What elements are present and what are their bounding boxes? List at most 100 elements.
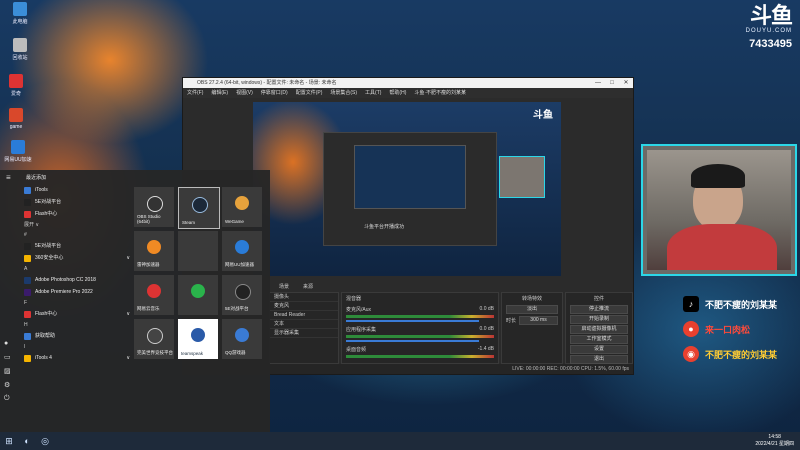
tile-empty: [178, 231, 218, 271]
obs-preview[interactable]: 斗鱼平台开播成功 斗鱼: [253, 102, 561, 276]
tile-wegame[interactable]: WeGame: [222, 187, 262, 227]
source-item[interactable]: 麦克风: [270, 302, 338, 311]
expand-link[interactable]: 展开 ∨: [24, 220, 130, 230]
volume-meter: [346, 355, 494, 358]
app-item-5e[interactable]: 5E对战平台: [24, 240, 130, 252]
social-weibo: ◉ 不肥不瘦的刘某某: [683, 346, 777, 362]
menu-edit[interactable]: 编辑(E): [211, 88, 228, 98]
recycle-bin-icon: [13, 38, 27, 52]
app-item-photoshop[interactable]: Adobe Photoshop CC 2018: [24, 274, 130, 286]
douyu-logo: 斗鱼: [749, 4, 793, 29]
weibo-icon: ◉: [683, 346, 699, 362]
app-item-flash[interactable]: Flash中心: [24, 208, 130, 220]
menu-douyu[interactable]: 斗鱼·不肥不瘦的刘某某: [414, 88, 466, 98]
flash-icon: [24, 210, 31, 218]
steam-icon[interactable]: ◐: [18, 432, 36, 450]
room-id: 7433495: [749, 38, 792, 50]
folder-icon: [24, 310, 31, 318]
tile-leishen[interactable]: 雷神加速器: [134, 231, 174, 271]
mixer-track-db: 0.0 dB: [479, 306, 494, 312]
source-item[interactable]: 文本: [270, 320, 338, 329]
desktop-icon-game[interactable]: game: [0, 108, 38, 130]
app-item-itools[interactable]: iTools: [24, 184, 130, 196]
source-item[interactable]: 摄像头: [270, 293, 338, 302]
duration-label: 时长: [506, 318, 517, 324]
controls-header: 控件: [593, 296, 604, 302]
volume-slider[interactable]: [346, 320, 480, 322]
start-recording-button[interactable]: 开始录制: [570, 315, 628, 324]
tile-wechat[interactable]: [178, 275, 218, 315]
start-sidebar: ● ▭ ▨ ⚙ ⏻: [4, 340, 18, 403]
uu-icon: [235, 240, 249, 254]
app-item-premiere[interactable]: Adobe Premiere Pro 2022: [24, 286, 130, 298]
obs-icon[interactable]: ◎: [36, 432, 54, 450]
tile-teamspeak[interactable]: teamspeak: [178, 319, 218, 359]
obs-title-bar[interactable]: OBS 27.2.4 (64-bit, windows) - 配置文件: 未命名…: [183, 78, 633, 88]
source-item[interactable]: 显示器采集: [270, 329, 338, 338]
exit-button[interactable]: 退出: [570, 355, 628, 364]
tile-netease-music[interactable]: 网易云音乐: [134, 275, 174, 315]
document-icon[interactable]: ▭: [4, 353, 18, 361]
menu-help[interactable]: 帮助(H): [389, 88, 406, 98]
obs-title-text: OBS 27.2.4 (64-bit, windows) - 配置文件: 未命名…: [197, 80, 337, 86]
picture-icon[interactable]: ▨: [4, 367, 18, 375]
app-item-help[interactable]: 获取帮助: [24, 330, 130, 342]
gear-icon[interactable]: ⚙: [4, 381, 18, 389]
menu-scene-collection[interactable]: 场景集合(S): [330, 88, 357, 98]
system-clock[interactable]: 14:58 2022/4/21 星期四: [755, 434, 794, 448]
virtual-camera-button[interactable]: 启动虚拟摄像机: [570, 325, 628, 334]
computer-icon: [13, 2, 27, 16]
windows-start-icon[interactable]: ⊞: [0, 432, 18, 450]
settings-button[interactable]: 设置: [570, 345, 628, 354]
group-letter[interactable]: A: [24, 264, 130, 274]
desktop-icon-iqiyi[interactable]: 爱奇: [0, 74, 38, 97]
app-item-flash[interactable]: Flash中心 ∨: [24, 308, 130, 320]
obs-menu-bar: 文件(F) 编辑(E) 视图(V) 停靠窗口(D) 配置文件(P) 场景集合(S…: [183, 88, 633, 98]
app-item-5e[interactable]: 5E对战平台: [24, 196, 130, 208]
menu-view[interactable]: 视图(V): [236, 88, 253, 98]
nested-preview-frame: [354, 145, 466, 209]
maximize-button[interactable]: □: [605, 78, 619, 88]
power-icon[interactable]: ⏻: [4, 395, 18, 403]
duration-input[interactable]: 300 ms: [519, 316, 558, 325]
douyu-icon: ●: [683, 321, 699, 337]
volume-slider[interactable]: [346, 340, 480, 342]
user-icon[interactable]: ●: [4, 340, 18, 347]
hamburger-icon[interactable]: ≡: [6, 173, 11, 182]
menu-profile[interactable]: 配置文件(P): [296, 88, 323, 98]
app-item-360[interactable]: 360安全中心 ∨: [24, 252, 130, 264]
tile-uu[interactable]: 网易UU加速器: [222, 231, 262, 271]
mixer-header: 混音器: [346, 296, 362, 302]
source-item[interactable]: Bread Reader: [270, 311, 338, 320]
recently-added-label: 最近添加: [26, 175, 47, 181]
menu-tools[interactable]: 工具(T): [365, 88, 381, 98]
obs-icon: [147, 196, 163, 212]
group-letter[interactable]: H: [24, 320, 130, 330]
menu-docks[interactable]: 停靠窗口(D): [261, 88, 288, 98]
desktop-icon-recycle-bin[interactable]: 回收站: [0, 38, 42, 61]
tile-steam[interactable]: Steam: [178, 187, 220, 229]
close-button[interactable]: ✕: [619, 78, 633, 88]
desktop-icon-uu[interactable]: 网易UU加速: [0, 140, 40, 163]
menu-file[interactable]: 文件(F): [187, 88, 203, 98]
clock-date: 2022/4/21 星期四: [755, 441, 794, 447]
group-letter[interactable]: I: [24, 342, 130, 352]
desktop-icon-this-pc[interactable]: 此电脑: [0, 2, 42, 25]
tiktok-icon: ♪: [683, 296, 699, 312]
tile-5e[interactable]: 5E对战平台: [222, 275, 262, 315]
tile-obs[interactable]: OBS Studio (64bit): [134, 187, 174, 227]
app-item-itools4[interactable]: iTools 4 ∨: [24, 352, 130, 364]
tile-qq-game[interactable]: QQ游戏器: [222, 319, 262, 359]
tile-perfect-world[interactable]: 完美世界竞技平台: [134, 319, 174, 359]
preview-douyu-logo: 斗鱼: [533, 110, 553, 121]
mixer-track-name: 应用程序采集: [346, 327, 377, 333]
group-letter[interactable]: F: [24, 298, 130, 308]
stop-streaming-button[interactable]: 停止推流: [570, 305, 628, 314]
clock-time: 14:58: [768, 434, 781, 440]
studio-mode-button[interactable]: 工作室模式: [570, 335, 628, 344]
group-letter[interactable]: #: [24, 230, 130, 240]
mixer-track-db: 0.0 dB: [479, 326, 494, 332]
wechat-icon: [191, 284, 205, 298]
minimize-button[interactable]: —: [591, 78, 605, 88]
transition-select[interactable]: 淡出: [506, 305, 558, 314]
